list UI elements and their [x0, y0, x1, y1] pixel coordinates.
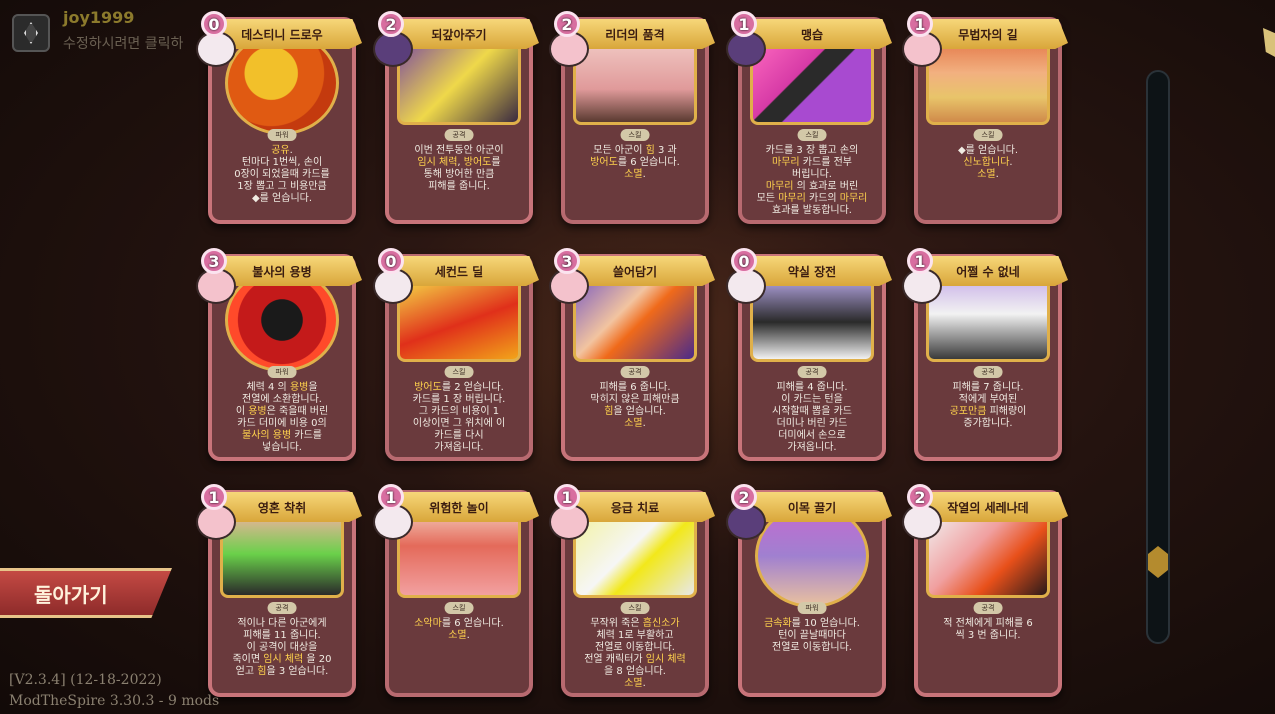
card-type: 공격 — [973, 602, 1003, 614]
card-type: 공격 — [267, 602, 297, 614]
card[interactable]: 무법자의 길 1 스킬 ◆를 얻습니다. 신노합니다. 소멸. — [902, 11, 1068, 224]
card-description: 금속화를 10 얻습니다. 턴이 끝날때마다 전열로 이동합니다. — [764, 618, 860, 653]
card-description: 방어도를 2 얻습니다. 카드를 1 장 버립니다. 그 카드의 비용이 1 이상이면… — [412, 382, 506, 453]
card-type: 공격 — [620, 366, 650, 378]
card-description: 소악마를 6 얻습니다. 소멸. — [414, 618, 504, 641]
card-cost: 1 — [378, 484, 404, 510]
card-type: 스킬 — [973, 129, 1003, 141]
card-cost: 2 — [554, 11, 580, 37]
card-cost: 1 — [907, 11, 933, 37]
card-cost: 1 — [731, 11, 757, 37]
card-art — [220, 510, 344, 598]
card-cost: 1 — [554, 484, 580, 510]
card-description: 무작위 죽은 흡신소가 체력 1로 부활하고 전열로 이동합니다. 전열 캐릭터가 임… — [584, 618, 686, 689]
card-cost: 1 — [907, 248, 933, 274]
card-type: 스킬 — [797, 129, 827, 141]
card-art — [397, 510, 521, 598]
card-type: 파워 — [797, 602, 827, 614]
modloader-label: ModTheSpire 3.30.3 - 9 mods — [9, 693, 220, 709]
card-type: 스킬 — [620, 602, 650, 614]
card[interactable]: 어쩔 수 없네 1 공격 피해를 7 줍니다. 적에게 부여된 공포만큼 피해량이 증… — [902, 248, 1068, 461]
card-art — [397, 37, 521, 125]
card-art — [750, 37, 874, 125]
back-button[interactable]: 돌아가기 — [0, 568, 172, 618]
card[interactable]: 영혼 착취 1 공격 적이나 다른 아군에게 피해를 11 줍니다. 이 공격이 대… — [196, 484, 362, 697]
card-description: 공유. 턴마다 1번씩, 손이 0장이 되었을때 카드를 1장 뽑고 그 비용만큼 ◆를… — [234, 145, 330, 204]
card-cost: 1 — [201, 484, 227, 510]
card-cost: 0 — [378, 248, 404, 274]
card-cost: 2 — [907, 484, 933, 510]
card-art — [750, 274, 874, 362]
card[interactable]: 되갚아주기 2 공격 이번 전투동안 아군이 임시 체력, 방어도를 통해 방어한 … — [373, 11, 539, 224]
card-art — [926, 37, 1050, 125]
card-description: 모든 아군이 힘 3 과 방어도를 6 얻습니다. 소멸. — [590, 145, 680, 180]
card-art — [573, 37, 697, 125]
card-description: 피해를 7 줍니다. 적에게 부여된 공포만큼 피해량이 증가합니다. — [949, 382, 1027, 429]
user-edit-hint[interactable]: 수정하시려면 클릭하 — [63, 33, 183, 53]
card-cost: 2 — [378, 11, 404, 37]
card[interactable]: 데스티니 드로우 0 파워 공유. 턴마다 1번씩, 손이 0장이 되었을때 카드를… — [196, 11, 362, 224]
card-description: 피해를 4 줍니다. 이 카드는 턴을 시작할때 뽑을 카드 더미나 버린 카드 더미에… — [772, 382, 852, 453]
card[interactable]: 이목 끌기 2 파워 금속화를 10 얻습니다. 턴이 끝날때마다 전열로 이동합니… — [726, 484, 892, 697]
card[interactable]: 쓸어담기 3 공격 피해를 6 줍니다. 막히지 않은 피해만큼 힘을 얻습니다. 소… — [549, 248, 715, 461]
card-description: ◆를 얻습니다. 신노합니다. 소멸. — [957, 145, 1019, 180]
corner-flag-icon — [1263, 28, 1275, 58]
card[interactable]: 리더의 품격 2 스킬 모든 아군이 힘 3 과 방어도를 6 얻습니다. 소멸. — [549, 11, 715, 224]
card-cost: 3 — [554, 248, 580, 274]
card[interactable]: 위험한 놀이 1 스킬 소악마를 6 얻습니다. 소멸. — [373, 484, 539, 697]
card[interactable]: 맹습 1 스킬 카드를 3 장 뽑고 손의 마무리 카드를 전부 버립니다. 마무리 … — [726, 11, 892, 224]
user-name[interactable]: joy1999 — [63, 8, 134, 27]
card-type: 공격 — [973, 366, 1003, 378]
card[interactable]: 약실 장전 0 공격 피해를 4 줍니다. 이 카드는 턴을 시작할때 뽑을 카드 더… — [726, 248, 892, 461]
gem-icon — [24, 22, 38, 44]
card-art — [573, 274, 697, 362]
card-art — [573, 510, 697, 598]
card-description: 체력 4 의 용병을 전열에 소환합니다. 이 용병은 죽을때 버린 카드 더미에 비… — [235, 382, 329, 453]
card-description: 피해를 6 줍니다. 막히지 않은 피해만큼 힘을 얻습니다. 소멸. — [590, 382, 680, 429]
card-cost: 2 — [731, 484, 757, 510]
profile-icon[interactable] — [12, 14, 50, 52]
card-description: 카드를 3 장 뽑고 손의 마무리 카드를 전부 버립니다. 마무리 의 효과로 버린… — [756, 145, 868, 216]
card-art — [926, 274, 1050, 362]
card[interactable]: 작열의 세레나데 2 공격 적 전체에게 피해를 6씩 3 번 줍니다. — [902, 484, 1068, 697]
card-description: 적 전체에게 피해를 6씩 3 번 줍니다. — [943, 618, 1033, 641]
card-type: 파워 — [267, 366, 297, 378]
card-type: 파워 — [267, 129, 297, 141]
card-art — [397, 274, 521, 362]
version-label: [V2.3.4] (12-18-2022) — [9, 672, 162, 688]
card-description: 적이나 다른 아군에게 피해를 11 줍니다. 이 공격이 대상을 죽이면 임시 체력… — [232, 618, 332, 677]
card-cost: 0 — [731, 248, 757, 274]
card-type: 공격 — [444, 129, 474, 141]
card-description: 이번 전투동안 아군이 임시 체력, 방어도를 통해 방어한 만큼 피해를 줍니다. — [414, 145, 504, 192]
card-type: 스킬 — [444, 366, 474, 378]
card-type: 스킬 — [620, 129, 650, 141]
card-type: 스킬 — [444, 602, 474, 614]
card-cost: 0 — [201, 11, 227, 37]
card[interactable]: 응급 치료 1 스킬 무작위 죽은 흡신소가 체력 1로 부활하고 전열로 이동합니… — [549, 484, 715, 697]
card-type: 공격 — [797, 366, 827, 378]
card-art — [926, 510, 1050, 598]
card[interactable]: 세컨드 딜 0 스킬 방어도를 2 얻습니다. 카드를 1 장 버립니다. 그 카드… — [373, 248, 539, 461]
card-cost: 3 — [201, 248, 227, 274]
card[interactable]: 불사의 용병 3 파워 체력 4 의 용병을 전열에 소환합니다. 이 용병은 죽을… — [196, 248, 362, 461]
